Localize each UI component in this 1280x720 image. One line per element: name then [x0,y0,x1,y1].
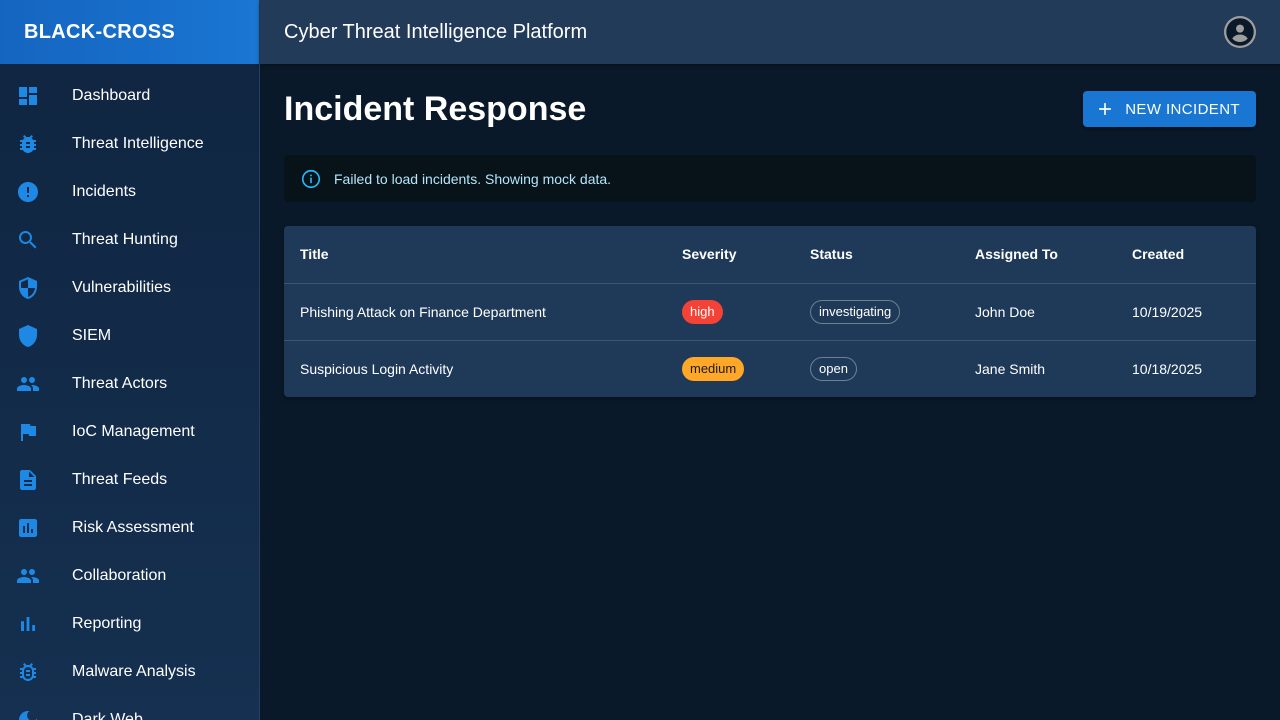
info-icon [301,169,321,188]
cell-title: Phishing Attack on Finance Department [284,283,666,341]
dashboard-icon [0,84,72,108]
new-incident-button-label: NEW INCIDENT [1125,100,1240,118]
sidebar-item-threat-hunting[interactable]: Threat Hunting [0,216,259,264]
cell-assigned: John Doe [959,283,1116,341]
cell-status: open [794,340,959,397]
column-header-status[interactable]: Status [794,226,959,284]
sidebar-item-dark-web[interactable]: Dark Web [0,696,259,720]
alert-message: Failed to load incidents. Showing mock d… [334,170,612,187]
sidebar-item-malware-analysis[interactable]: Malware Analysis [0,648,259,696]
alert-circle-icon [0,180,72,204]
status-chip: investigating [810,299,901,324]
sidebar-item-label: Dashboard [72,87,151,104]
sidebar-item-label: Threat Feeds [72,471,168,488]
column-header-assigned-to[interactable]: Assigned To [959,226,1116,284]
sidebar-item-ioc-management[interactable]: IoC Management [0,408,259,456]
column-header-created[interactable]: Created [1116,226,1256,284]
cell-severity: medium [666,340,794,397]
cell-created: 10/18/2025 [1132,360,1203,377]
table-row[interactable]: Suspicious Login Activity medium open Ja… [284,340,1256,397]
sidebar-item-threat-intelligence[interactable]: Threat Intelligence [0,120,259,168]
sidebar-item-vulnerabilities[interactable]: Vulnerabilities [0,264,259,312]
severity-chip: medium [682,356,745,381]
sidebar-item-label: Incidents [72,183,137,200]
status-chip: open [810,356,857,381]
sidebar-item-siem[interactable]: SIEM [0,312,259,360]
shield-icon [0,324,72,348]
incidents-table: Title Severity Status Assigned To Create… [284,226,1256,397]
sidebar-nav: Dashboard Threat Intelligence Incidents … [0,64,259,720]
sidebar-item-label: Threat Actors [72,375,168,392]
sidebar-item-threat-feeds[interactable]: Threat Feeds [0,456,259,504]
sidebar-item-label: IoC Management [72,423,195,440]
bug-icon [0,132,72,156]
new-incident-button[interactable]: NEW INCIDENT [1083,91,1256,127]
assessment-icon [0,516,72,540]
sidebar-item-label: SIEM [72,327,112,344]
incidents-table-card: Title Severity Status Assigned To Create… [284,226,1256,397]
people-icon [0,372,72,396]
sidebar-item-label: Reporting [72,615,142,632]
brand-logo[interactable]: BLACK-CROSS [0,0,259,64]
sidebar-item-label: Collaboration [72,567,167,584]
sidebar-item-label: Malware Analysis [72,663,196,680]
sidebar-item-incidents[interactable]: Incidents [0,168,259,216]
sidebar-item-dashboard[interactable]: Dashboard [0,72,259,120]
cell-severity: high [666,283,794,341]
moon-icon [0,708,72,720]
column-header-title[interactable]: Title [284,226,666,284]
sidebar: BLACK-CROSS Dashboard Threat Intelligenc… [0,0,260,720]
shield-half-icon [0,276,72,300]
sidebar-item-label: Threat Hunting [72,231,178,248]
group-icon [0,564,72,588]
account-button[interactable] [1224,16,1256,48]
severity-chip: high [682,299,723,324]
table-header-row: Title Severity Status Assigned To Create… [284,226,1256,284]
account-circle-icon [1226,18,1254,46]
page-title: Incident Response [284,89,587,128]
cell-title: Suspicious Login Activity [300,360,454,377]
search-icon [0,228,72,252]
column-header-severity[interactable]: Severity [666,226,794,284]
document-icon [0,468,72,492]
top-app-bar: Cyber Threat Intelligence Platform [260,0,1280,64]
flag-icon [0,420,72,444]
bug-report-icon [0,660,72,684]
sidebar-item-label: Vulnerabilities [72,279,172,296]
cell-assigned: Jane Smith [975,360,1046,377]
sidebar-item-risk-assessment[interactable]: Risk Assessment [0,504,259,552]
cell-status: investigating [794,283,959,341]
sidebar-item-threat-actors[interactable]: Threat Actors [0,360,259,408]
sidebar-item-label: Dark Web [72,711,143,720]
plus-icon [1099,103,1112,115]
info-alert: Failed to load incidents. Showing mock d… [284,155,1256,202]
table-row[interactable]: Phishing Attack on Finance Department hi… [284,283,1256,341]
main-content: Incident Response NEW INCIDENT Failed to… [284,64,1256,397]
app-title: Cyber Threat Intelligence Platform [284,20,588,43]
bar-chart-icon [0,612,72,636]
cell-created: 10/19/2025 [1116,283,1256,341]
sidebar-item-label: Risk Assessment [72,519,194,536]
sidebar-item-label: Threat Intelligence [72,135,204,152]
sidebar-item-reporting[interactable]: Reporting [0,600,259,648]
page-header: Incident Response NEW INCIDENT [284,64,1256,154]
sidebar-item-collaboration[interactable]: Collaboration [0,552,259,600]
